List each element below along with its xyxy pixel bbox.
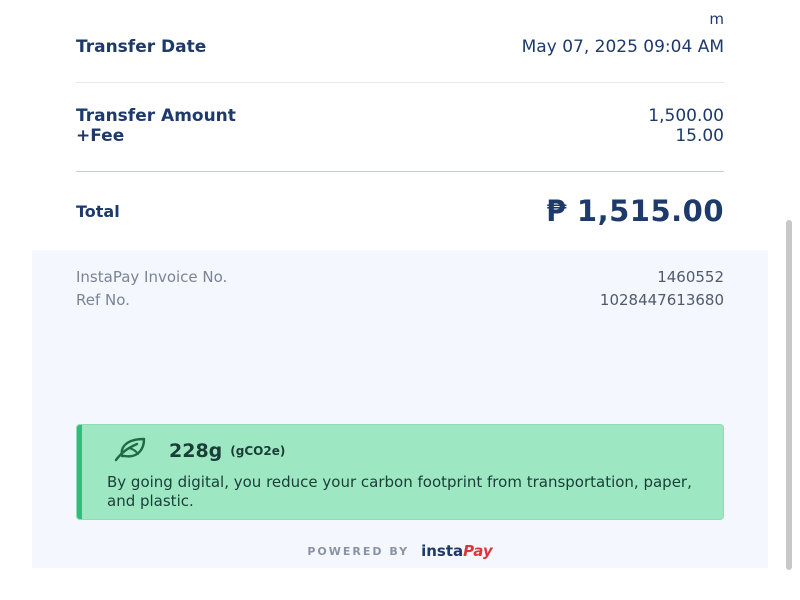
transfer-date-value: May 07, 2025 09:04 AM [521, 37, 724, 57]
reference-value: 1028447613680 [599, 291, 724, 309]
leaf-icon [113, 436, 147, 466]
receipt-reference-panel: InstaPay Invoice No. 1460552 Ref No. 102… [32, 250, 768, 568]
brand-logo-pay: Pay [463, 542, 493, 560]
powered-by-label: POWERED BY [307, 544, 410, 558]
card-accent-bar [77, 425, 82, 519]
currency-symbol: ₱ [546, 194, 567, 228]
fee-label: +Fee [76, 126, 125, 146]
divider [76, 82, 724, 83]
invoice-value: 1460552 [657, 268, 724, 286]
reference-label: Ref No. [76, 291, 130, 309]
total-value: 1,515.00 [576, 194, 724, 228]
carbon-footprint-card: 228g (gCO2e) By going digital, you reduc… [76, 424, 724, 520]
powered-by-footer: POWERED BY insta Pay [32, 540, 768, 562]
fee-value: 15.00 [675, 126, 724, 146]
scrollbar[interactable] [786, 220, 792, 570]
total-label: Total [76, 201, 120, 221]
receipt-details: m Transfer Date May 07, 2025 09:04 AM Tr… [32, 0, 768, 250]
total-row: Total ₱ 1,515.00 [76, 194, 724, 228]
carbon-footprint-header: 228g (gCO2e) [113, 437, 285, 465]
brand-logo-insta: insta [421, 542, 464, 560]
carbon-message: By going digital, you reduce your carbon… [107, 473, 692, 510]
transfer-amount-row: Transfer Amount 1,500.00 [76, 105, 724, 127]
receipt: m Transfer Date May 07, 2025 09:04 AM Tr… [32, 0, 768, 568]
transfer-amount-value: 1,500.00 [648, 106, 724, 126]
invoice-label: InstaPay Invoice No. [76, 268, 228, 286]
carbon-unit: (gCO2e) [230, 444, 286, 458]
transfer-amount-label: Transfer Amount [76, 106, 236, 126]
reference-row: Ref No. 1028447613680 [76, 290, 724, 310]
transfer-date-label: Transfer Date [76, 37, 207, 57]
carbon-amount: 228g [169, 440, 223, 462]
invoice-row: InstaPay Invoice No. 1460552 [76, 267, 724, 287]
truncated-text-fragment: m [709, 10, 724, 28]
transfer-date-row: Transfer Date May 07, 2025 09:04 AM [76, 36, 724, 58]
fee-row: +Fee 15.00 [76, 125, 724, 147]
divider [76, 171, 724, 172]
total-amount: ₱ 1,515.00 [546, 194, 724, 228]
